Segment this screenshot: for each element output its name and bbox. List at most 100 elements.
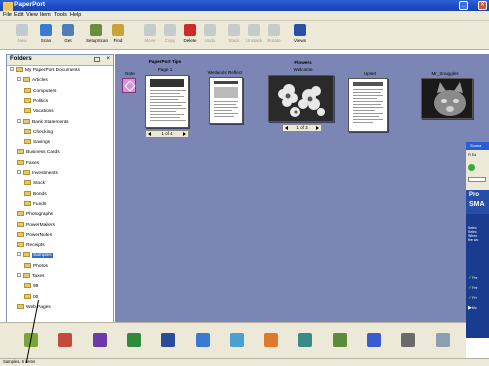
toolbar-button-label: Scan [40, 38, 52, 43]
toolbar-button-setupscan[interactable]: SetupScan [86, 24, 108, 48]
menu-view[interactable]: View [26, 12, 38, 18]
delete-icon [184, 24, 196, 36]
address-input[interactable] [468, 177, 486, 182]
folder-item[interactable]: Politics [24, 97, 49, 105]
cat-photo-thumbnail[interactable] [421, 78, 473, 119]
expand-toggle-icon[interactable] [17, 170, 21, 174]
expand-toggle-icon[interactable] [17, 252, 21, 257]
folder-item[interactable]: PowerMailers [17, 221, 55, 229]
expand-toggle-icon[interactable] [17, 118, 21, 123]
folder-item[interactable]: PowerNotes [17, 231, 53, 239]
expand-toggle-icon[interactable] [10, 67, 14, 71]
menu-edit[interactable]: Edit [14, 12, 23, 18]
menu-item[interactable]: Item [40, 12, 51, 18]
tips-document-thumbnail[interactable] [145, 75, 189, 128]
folder-item[interactable]: Bank Statements [17, 118, 69, 126]
folder-item[interactable]: Stock [24, 180, 45, 187]
folder-item[interactable]: My PaperPort Documents [10, 67, 80, 74]
views-icon [294, 24, 306, 36]
folder-item[interactable]: Photos [24, 262, 48, 270]
folder-item[interactable]: Faxes [17, 159, 39, 167]
globe-icon[interactable] [298, 333, 313, 347]
folder-item[interactable]: Taxes [17, 273, 45, 280]
folder-icon [24, 108, 31, 114]
wetlands-document-thumbnail[interactable] [209, 77, 243, 124]
folder-item[interactable]: Computers [24, 87, 57, 95]
folder-item[interactable]: Web Pages [17, 303, 51, 311]
folder-item[interactable]: 99 [24, 283, 38, 290]
folder-item[interactable]: Investments [17, 170, 58, 177]
toolbar-button-views[interactable]: Views [290, 24, 310, 48]
toolbar-button-delete[interactable]: Delete [180, 24, 200, 48]
expand-toggle-icon[interactable] [17, 273, 21, 277]
folder-item[interactable]: Photographs [17, 211, 53, 218]
toolbar-button-unstack[interactable]: Unstack [244, 24, 264, 48]
page-navigator[interactable]: 1 of 3 [282, 124, 322, 132]
image-editor-icon[interactable] [264, 333, 279, 347]
toolbar-button-new[interactable]: New [12, 24, 32, 48]
folder-item[interactable]: 00 [24, 293, 38, 301]
upset-document-thumbnail[interactable] [348, 78, 388, 132]
arrow-icon[interactable]: ▶Mo [468, 305, 477, 311]
folder-item[interactable]: Articles [17, 77, 48, 84]
folder-icon [24, 87, 31, 93]
toolbar-button-undo[interactable]: Undo [200, 24, 220, 48]
scan-app-icon[interactable] [161, 333, 176, 347]
mail-icon[interactable] [435, 333, 450, 347]
back-icon[interactable] [468, 164, 475, 171]
menu-file[interactable]: Fi Ed [468, 153, 476, 157]
folder-icon [23, 170, 30, 175]
color-app-icon[interactable] [92, 333, 107, 347]
menu-file[interactable]: File [3, 12, 12, 18]
folder-label: PowerNotes [26, 232, 53, 238]
next-page-icon[interactable] [183, 132, 186, 136]
recycle-icon[interactable] [58, 333, 73, 347]
folder-item[interactable]: Checking [24, 128, 53, 136]
folder-icon [24, 97, 31, 103]
expand-toggle-icon[interactable] [17, 77, 21, 82]
folder-item[interactable]: Vacations [24, 108, 54, 115]
next-page-icon[interactable] [316, 126, 319, 130]
folder-item[interactable]: Funds [24, 200, 47, 208]
printer-icon[interactable] [401, 333, 416, 347]
folder-icon [16, 67, 23, 72]
word-icon[interactable] [229, 333, 244, 347]
close-button[interactable]: × [478, 1, 487, 10]
folder-item[interactable]: Receipts [17, 242, 45, 249]
minimize-button[interactable]: _ [459, 1, 468, 10]
page-navigator[interactable]: 1 of 4 [145, 130, 189, 138]
note-thumbnail[interactable] [122, 78, 136, 93]
menu-help[interactable]: Help [70, 12, 81, 18]
close-folders-button[interactable]: × [106, 56, 110, 62]
menu-tools[interactable]: Tools [54, 12, 67, 18]
folder-item[interactable]: Savings [24, 139, 50, 146]
folder-item[interactable]: Bonds [24, 190, 47, 198]
folder-label: Samples [32, 253, 53, 259]
folder-label: Politics [33, 98, 49, 104]
folder-icon [17, 149, 24, 155]
toolbar-button-move[interactable]: Move [140, 24, 160, 48]
ocr-icon[interactable] [367, 333, 381, 347]
toolbar-button-stack[interactable]: Stack [224, 24, 244, 48]
folder-label: Photos [33, 263, 48, 269]
flowers-photo-thumbnail[interactable] [268, 75, 334, 122]
folder-label: Funds [33, 201, 47, 207]
excel-icon[interactable] [126, 333, 141, 347]
toolbar-button-find[interactable]: Find [108, 24, 128, 48]
toolbar-button-scan[interactable]: Scan [36, 24, 56, 48]
folder-label: Savings [33, 140, 51, 146]
fax-icon[interactable] [332, 333, 347, 347]
pin-icon[interactable] [94, 57, 100, 62]
rotate-icon [268, 24, 280, 36]
prev-page-icon[interactable] [285, 126, 288, 130]
note-edit-icon[interactable] [195, 333, 210, 347]
folder-label: Computers [33, 88, 57, 94]
folder-item[interactable]: Samples [17, 252, 53, 259]
toolbar-button-get[interactable]: Get [58, 24, 78, 48]
prev-page-icon[interactable] [148, 132, 151, 136]
folder-item[interactable]: Business Cards [17, 149, 60, 156]
toolbar-button-label: Move [144, 38, 156, 43]
toolbar-button-copy[interactable]: Copy [160, 24, 180, 48]
toolbar-button-rotate[interactable]: Rotate [264, 24, 284, 48]
thumb-caption: Welcome [293, 67, 313, 72]
